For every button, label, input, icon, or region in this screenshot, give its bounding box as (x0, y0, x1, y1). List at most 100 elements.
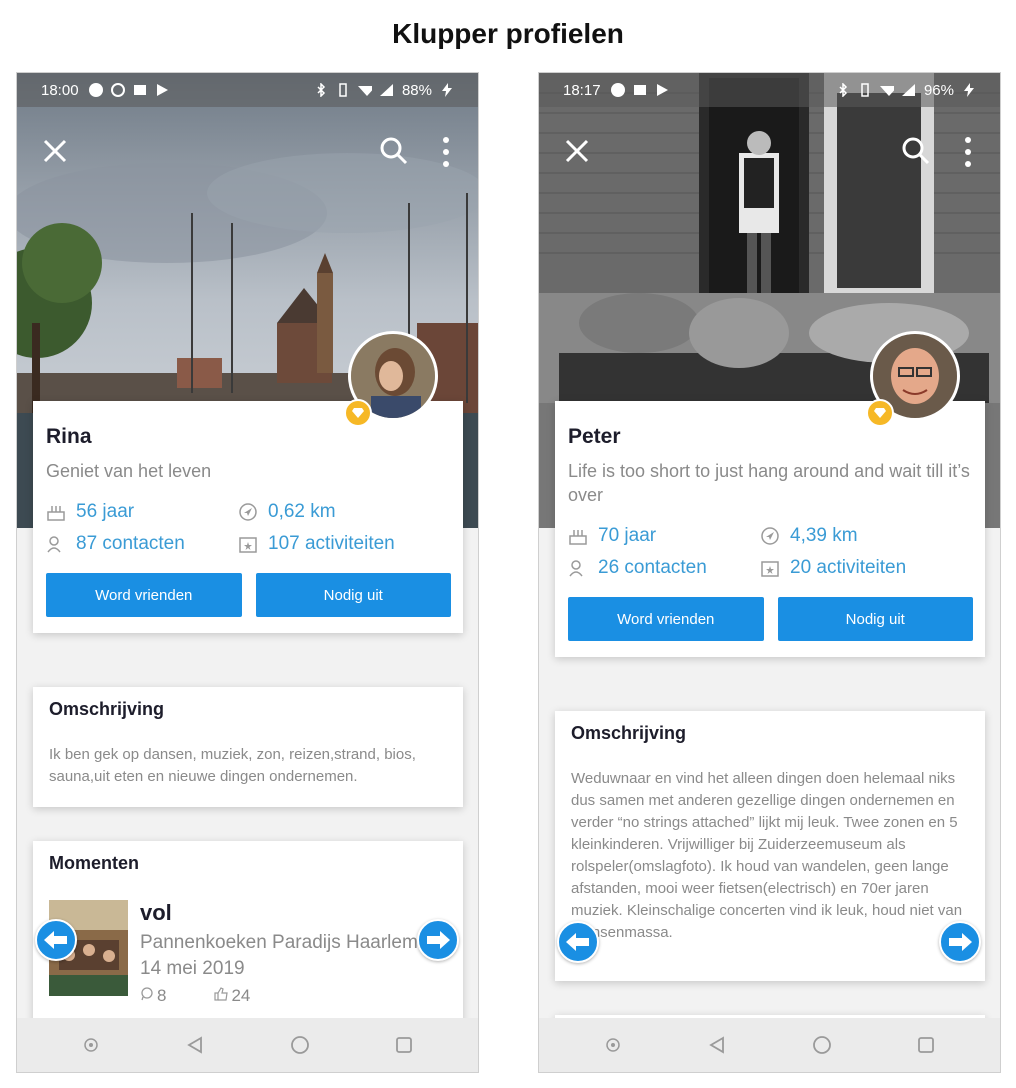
previous-arrow-icon[interactable] (35, 919, 77, 961)
moment-details: vol Pannenkoeken Paradijs Haarlem 14 mei… (140, 900, 420, 1006)
previous-arrow-icon[interactable] (557, 921, 599, 963)
thumbs-up-icon (214, 986, 229, 1006)
wifi-icon (879, 83, 894, 97)
image-icon (133, 83, 147, 97)
wifi-icon (357, 83, 372, 97)
recents-icon[interactable] (392, 1033, 416, 1057)
stat-contacts-value: 87 contacten (76, 533, 185, 554)
stat-distance: 0,62 km (238, 501, 438, 523)
stat-activities[interactable]: 107 activiteiten (238, 533, 438, 555)
profile-name: Rina (46, 425, 92, 448)
befriend-button[interactable]: Word vrienden (568, 597, 764, 641)
profile-tagline: Geniet van het leven (46, 461, 212, 481)
profile-name: Peter (568, 425, 621, 448)
contacts-icon (568, 558, 588, 578)
comment-icon (140, 986, 154, 1006)
whatsapp-icon (110, 83, 125, 97)
more-options-icon[interactable] (436, 135, 456, 169)
stat-age-value: 70 jaar (598, 525, 657, 546)
moment-title: vol (140, 900, 172, 925)
moment-item[interactable]: vol Pannenkoeken Paradijs Haarlem 14 mei… (49, 900, 447, 1006)
status-time: 18:00 (41, 81, 79, 99)
birthday-cake-icon (46, 502, 66, 522)
invite-button[interactable]: Nodig uit (255, 573, 451, 617)
profile-avatar[interactable] (344, 331, 438, 427)
home-icon[interactable] (288, 1033, 312, 1057)
likes-value: 24 (231, 986, 251, 1005)
bluetooth-icon (836, 83, 850, 97)
page-title: Klupper profielen (392, 18, 624, 49)
stat-age-value: 56 jaar (76, 501, 135, 522)
moment-location: Pannenkoeken Paradijs Haarlem (140, 932, 418, 953)
description-card: Omschrijving Ik ben gek op dansen, muzie… (33, 687, 463, 807)
back-icon[interactable] (183, 1033, 207, 1057)
signal-icon (901, 83, 916, 97)
next-arrow-icon[interactable] (939, 921, 981, 963)
profile-stats: 56 jaar 0,62 km 87 contacten 107 activit… (46, 501, 451, 555)
profile-stats: 70 jaar 4,39 km 26 contacten 20 activite… (568, 525, 973, 579)
search-icon[interactable] (900, 135, 934, 169)
charging-icon (440, 83, 454, 97)
stat-contacts[interactable]: 87 contacten (46, 533, 238, 555)
description-text: Ik ben gek op dansen, muziek, zon, reize… (49, 746, 416, 785)
stat-age: 70 jaar (568, 525, 760, 547)
birthday-cake-icon (568, 526, 588, 546)
phone-screen-rina: 18:00 88% Rina Geniet van het leven 56 j… (16, 72, 479, 1073)
comments-value: 8 (157, 986, 167, 1005)
stat-distance: 4,39 km (760, 525, 960, 547)
search-icon[interactable] (378, 135, 412, 169)
assistant-icon[interactable] (79, 1033, 103, 1057)
stat-activities-value: 107 activiteiten (268, 533, 395, 554)
profile-tagline: Life is too short to just hang around an… (568, 461, 970, 505)
close-icon[interactable] (39, 135, 73, 169)
battery-percent: 96% (923, 81, 954, 99)
calendar-star-icon (760, 558, 780, 578)
next-arrow-icon[interactable] (417, 919, 459, 961)
likes-count: 24 (214, 986, 250, 1006)
vibrate-icon (336, 83, 350, 97)
stat-distance-value: 4,39 km (790, 525, 858, 546)
description-title: Omschrijving (49, 699, 165, 719)
stat-distance-value: 0,62 km (268, 501, 336, 522)
home-icon[interactable] (810, 1033, 834, 1057)
close-icon[interactable] (561, 135, 595, 169)
play-store-icon (655, 83, 669, 97)
description-title: Omschrijving (571, 723, 687, 743)
contacts-icon (46, 534, 66, 554)
premium-badge-icon (344, 399, 372, 427)
befriend-button[interactable]: Word vrienden (46, 573, 242, 617)
description-card: Omschrijving Weduwnaar en vind het allee… (555, 711, 985, 981)
stat-activities-value: 20 activiteiten (790, 557, 907, 578)
stat-contacts[interactable]: 26 contacten (568, 557, 760, 579)
status-time: 18:17 (563, 81, 601, 99)
moment-date: 14 mei 2019 (140, 958, 245, 979)
profile-card: Rina Geniet van het leven 56 jaar 0,62 k… (33, 401, 463, 633)
description-text: Weduwnaar en vind het alleen dingen doen… (571, 770, 963, 941)
stat-activities[interactable]: 20 activiteiten (760, 557, 960, 579)
back-icon[interactable] (705, 1033, 729, 1057)
assistant-icon[interactable] (601, 1033, 625, 1057)
profile-avatar[interactable] (866, 331, 960, 427)
top-actions (39, 135, 456, 175)
top-actions (561, 135, 978, 175)
charging-icon (962, 83, 976, 97)
location-arrow-icon (760, 526, 780, 546)
moments-card: Momenten vol Pannenkoeken Paradijs Haarl… (33, 841, 463, 1031)
profile-actions: Word vrienden Nodig uit (46, 573, 451, 617)
calendar-star-icon (238, 534, 258, 554)
android-nav-bar (17, 1018, 478, 1072)
image-icon (633, 83, 647, 97)
vibrate-icon (858, 83, 872, 97)
recents-icon[interactable] (914, 1033, 938, 1057)
signal-icon (379, 83, 394, 97)
premium-badge-icon (866, 399, 894, 427)
moments-title: Momenten (49, 853, 139, 873)
phone-screen-peter: 18:17 96% Peter Life is too short to jus… (538, 72, 1001, 1073)
moment-meta: 8 24 (140, 986, 420, 1006)
spotify-icon (88, 83, 103, 97)
stat-age: 56 jaar (46, 501, 238, 523)
bluetooth-icon (314, 83, 328, 97)
more-options-icon[interactable] (958, 135, 978, 169)
location-arrow-icon (238, 502, 258, 522)
invite-button[interactable]: Nodig uit (777, 597, 973, 641)
